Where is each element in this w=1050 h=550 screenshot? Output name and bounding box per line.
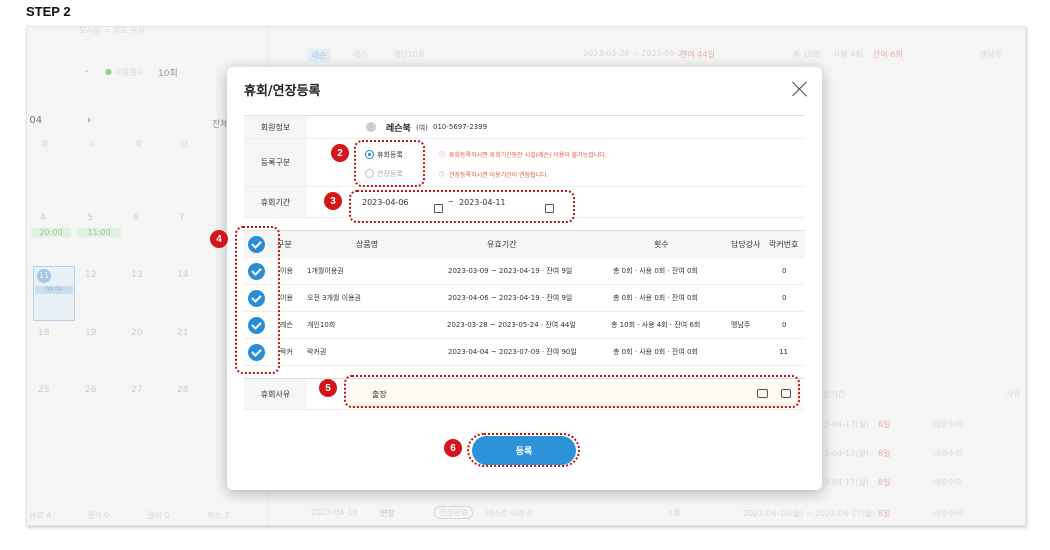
row-locker: 11 [779,348,788,356]
warning-icon: ⓘ [439,172,446,179]
row-product: 1개월이용권 [307,267,344,275]
step-badge: 4 [210,230,228,248]
column-header-valid: 유효기간 [487,231,517,258]
row-locker: 0 [782,321,787,329]
table-row[interactable]: 이용 1개월이용권 2023-03-09 ~ 2023-04-19 · 잔여 9… [244,258,805,285]
highlight-box [344,375,800,408]
highlight-box [349,190,575,223]
step-badge: 2 [331,144,349,162]
checkbox-checked-icon[interactable] [248,290,265,307]
row-product: 오전 3개월 이용권 [307,294,361,302]
registration-type-label: 등록구분 [244,139,307,186]
row-locker: 0 [782,267,787,275]
checkbox-checked-icon[interactable] [248,344,265,361]
row-product: 락커권 [307,348,327,356]
step-badge: 3 [324,192,342,210]
row-valid: 2023-03-28 ~ 2023-05-24 · 잔여 44일 [447,321,576,329]
column-header-product: 상품명 [356,231,379,258]
row-count: 총 0회 · 사용 0회 · 잔여 0회 [613,294,698,302]
step-label: STEP 2 [26,4,71,19]
table-row[interactable]: 레슨 개인10회 2023-03-28 ~ 2023-05-24 · 잔여 44… [244,312,805,339]
member-info-row: 회원정보 레슨북 (여) 010-5697-2399 [244,115,805,139]
row-count: 총 10회 · 사용 4회 · 잔여 6회 [611,321,701,329]
highlight-box [354,140,425,187]
suspend-reason-label: 휴회사유 [244,379,307,409]
member-phone: 010-5697-2399 [433,123,488,131]
registration-type-row: 등록구분 휴회등록 연장등록 ⓘ 휴회등록하시면 휴회기간동안 시설(레슨) 이… [244,139,805,187]
checkbox-checked-icon[interactable] [248,317,265,334]
row-type: 락커 [280,348,293,356]
suspend-extend-modal: 휴회/연장등록 회원정보 레슨북 (여) 010-5697-2399 등록구분 … [227,67,822,490]
avatar [366,122,376,132]
checkbox-checked-icon[interactable] [248,263,265,280]
membership-table: 구분 상품명 유효기간 횟수 담당강사 락커번호 이용 1개월이용권 2023-… [244,230,805,367]
row-valid: 2023-04-06 ~ 2023-04-19 · 잔여 9일 [448,294,573,302]
column-header-staff: 담당강사 [731,231,761,258]
close-icon[interactable] [792,81,808,97]
member-gender: (여) [416,124,428,132]
modal-title: 휴회/연장등록 [244,84,321,99]
table-header-row [244,231,805,258]
step-badge: 6 [444,439,462,457]
warning-icon: ⓘ [439,152,446,159]
column-header-count: 횟수 [654,231,669,258]
row-valid: 2023-03-09 ~ 2023-04-19 · 잔여 9일 [448,267,573,275]
row-staff: 맹남주 [731,321,751,329]
row-type: 레슨 [280,321,293,329]
row-product: 개인10회 [307,321,336,329]
member-info-label: 회원정보 [244,116,307,138]
table-row[interactable]: 락커 락커권 2023-04-04 ~ 2023-07-09 · 잔여 90일 … [244,339,805,366]
suspend-warning: 휴회등록하시면 휴회기간동안 시설(레슨) 이용이 불가능합니다. [449,152,607,159]
step-badge: 5 [319,379,337,397]
row-valid: 2023-04-04 ~ 2023-07-09 · 잔여 90일 [448,348,577,356]
suspend-period-label: 휴회기간 [244,187,307,217]
column-header-locker: 락커번호 [769,231,799,258]
extend-warning: 연장등록하시면 이용기간이 연장됩니다. [449,172,549,179]
row-count: 총 0회 · 사용 0회 · 잔여 0회 [613,267,698,275]
row-locker: 0 [782,294,787,302]
table-row[interactable]: 이용 오전 3개월 이용권 2023-04-06 ~ 2023-04-19 · … [244,285,805,312]
member-name: 레슨북 [386,124,411,134]
row-type: 이용 [280,294,293,302]
row-type: 이용 [280,267,293,275]
highlight-box [467,433,580,467]
checkbox-checked-icon[interactable] [248,236,265,253]
row-count: 총 0회 · 사용 0회 · 잔여 0회 [613,348,698,356]
